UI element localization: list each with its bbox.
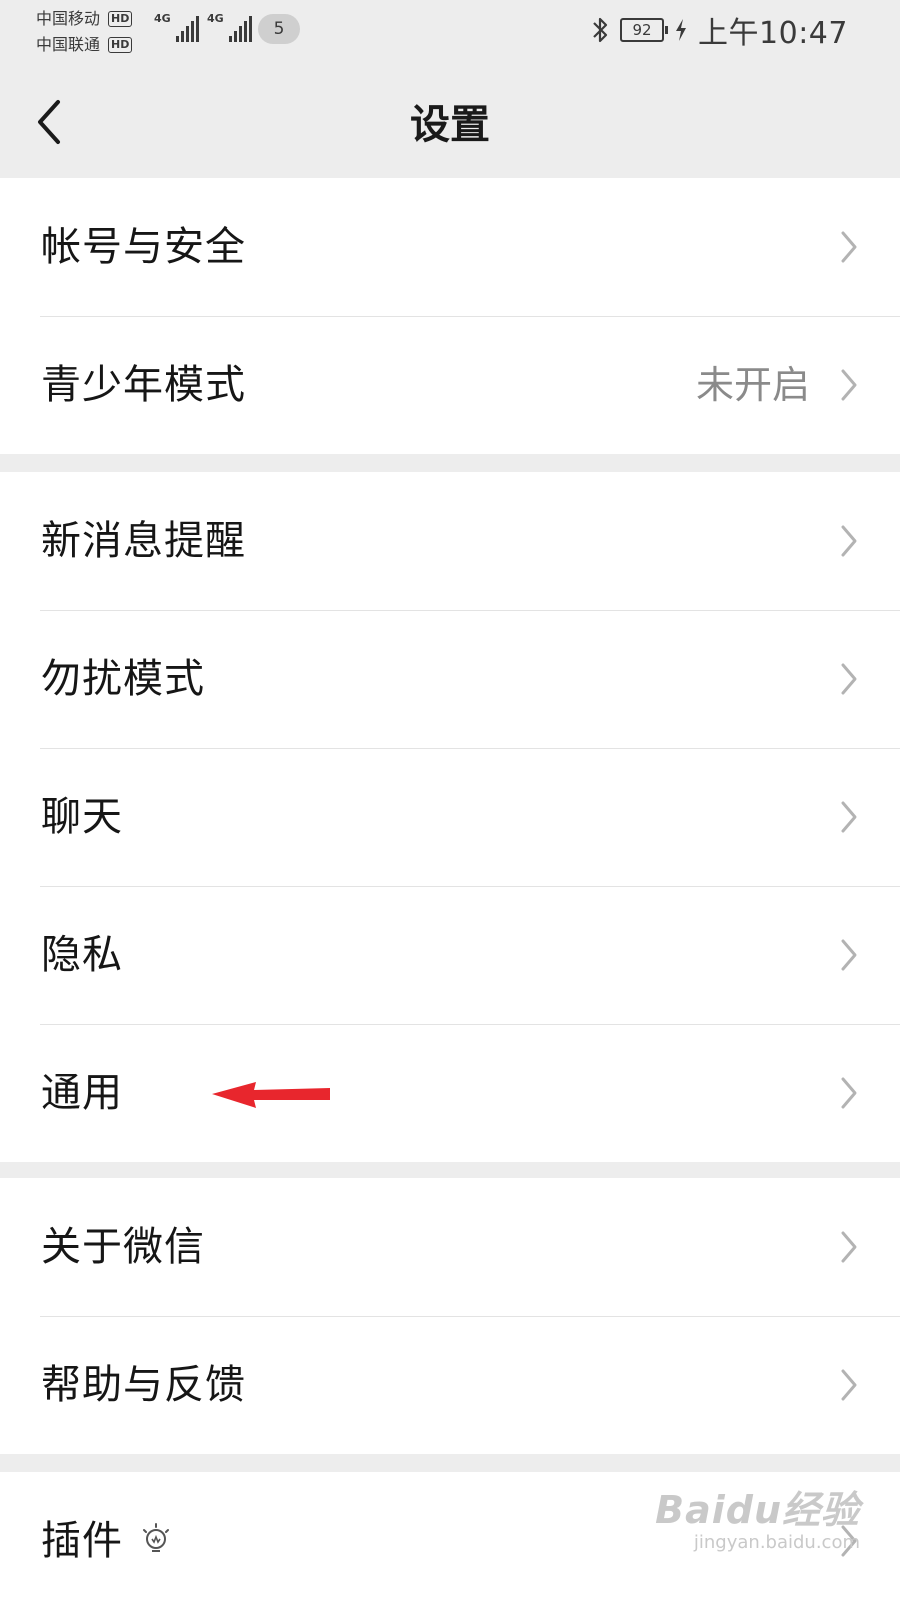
baidu-watermark: Baidu经验 jingyan.baidu.com bbox=[655, 1488, 860, 1554]
bluetooth-icon bbox=[593, 17, 608, 43]
settings-screen: 中国移动 HD 中国联通 HD 4G 4G 5 92 上午10:47 设置 帐号… bbox=[0, 0, 900, 1600]
settings-item-about-wechat[interactable]: 关于微信 bbox=[0, 1178, 900, 1316]
settings-item-label: 通用 bbox=[41, 1070, 123, 1116]
navigation-bar: 设置 bbox=[0, 62, 900, 178]
carrier-1-name: 中国移动 bbox=[36, 9, 101, 28]
settings-item-new-message-alerts[interactable]: 新消息提醒 bbox=[0, 472, 900, 610]
watermark-url: jingyan.baidu.com bbox=[693, 1532, 860, 1553]
settings-group-about: 关于微信 帮助与反馈 bbox=[0, 1178, 900, 1454]
settings-item-label: 聊天 bbox=[41, 794, 123, 840]
network-type-1: 4G bbox=[154, 12, 171, 25]
settings-group-account: 帐号与安全 青少年模式 未开启 bbox=[0, 178, 900, 454]
signal-strength-icon-2: 4G bbox=[207, 12, 252, 42]
teen-mode-status: 未开启 bbox=[695, 363, 810, 407]
chevron-right-icon bbox=[841, 1231, 857, 1263]
settings-item-teen-mode[interactable]: 青少年模式 未开启 bbox=[0, 316, 900, 454]
carrier-2-name: 中国联通 bbox=[36, 35, 101, 54]
settings-item-label: 关于微信 bbox=[41, 1224, 205, 1270]
chevron-right-icon bbox=[841, 369, 857, 401]
settings-item-help-feedback[interactable]: 帮助与反馈 bbox=[0, 1316, 900, 1454]
hd-badge-2: HD bbox=[108, 37, 133, 53]
settings-item-do-not-disturb[interactable]: 勿扰模式 bbox=[0, 610, 900, 748]
carrier-line-2: 中国联通 HD bbox=[36, 32, 133, 58]
settings-item-chat[interactable]: 聊天 bbox=[0, 748, 900, 886]
settings-item-label: 隐私 bbox=[41, 932, 123, 978]
settings-item-label: 帮助与反馈 bbox=[41, 1362, 246, 1408]
hd-badge-1: HD bbox=[108, 11, 133, 27]
chevron-right-icon bbox=[841, 801, 857, 833]
status-bar: 中国移动 HD 中国联通 HD 4G 4G 5 92 上午10:47 bbox=[0, 0, 900, 62]
settings-item-label: 插件 bbox=[41, 1518, 123, 1564]
charging-icon bbox=[676, 19, 687, 41]
status-right: 92 上午10:47 bbox=[590, 12, 848, 51]
settings-item-label: 帐号与安全 bbox=[41, 224, 246, 270]
settings-item-account-security[interactable]: 帐号与安全 bbox=[0, 178, 900, 316]
annotation-arrow-icon bbox=[212, 1082, 330, 1108]
settings-item-general[interactable]: 通用 bbox=[0, 1024, 900, 1162]
battery-level: 92 bbox=[632, 21, 652, 39]
settings-item-label: 新消息提醒 bbox=[41, 518, 246, 564]
watermark-logo: Baidu经验 bbox=[655, 1488, 860, 1532]
lightbulb-icon bbox=[143, 1523, 169, 1552]
chevron-right-icon bbox=[841, 231, 857, 263]
chevron-right-icon bbox=[841, 1077, 857, 1109]
chevron-right-icon bbox=[841, 663, 857, 695]
chevron-right-icon bbox=[841, 939, 857, 971]
chevron-right-icon bbox=[841, 1369, 857, 1401]
settings-item-label: 青少年模式 bbox=[41, 362, 246, 408]
carrier-info: 中国移动 HD 中国联通 HD bbox=[36, 6, 133, 58]
carrier-line-1: 中国移动 HD bbox=[36, 6, 133, 32]
settings-item-label: 勿扰模式 bbox=[41, 656, 205, 702]
network-type-2: 4G bbox=[207, 12, 224, 25]
notification-count-badge: 5 bbox=[258, 14, 300, 44]
clock: 上午10:47 bbox=[698, 16, 848, 51]
page-title: 设置 bbox=[410, 102, 490, 148]
signal-strength-icon-1: 4G bbox=[154, 12, 199, 42]
settings-group-general: 新消息提醒 勿扰模式 聊天 隐私 通用 bbox=[0, 472, 900, 1162]
settings-item-privacy[interactable]: 隐私 bbox=[0, 886, 900, 1024]
chevron-right-icon bbox=[841, 525, 857, 557]
battery-icon: 92 bbox=[620, 18, 669, 42]
signal-indicators: 4G 4G bbox=[154, 12, 252, 42]
